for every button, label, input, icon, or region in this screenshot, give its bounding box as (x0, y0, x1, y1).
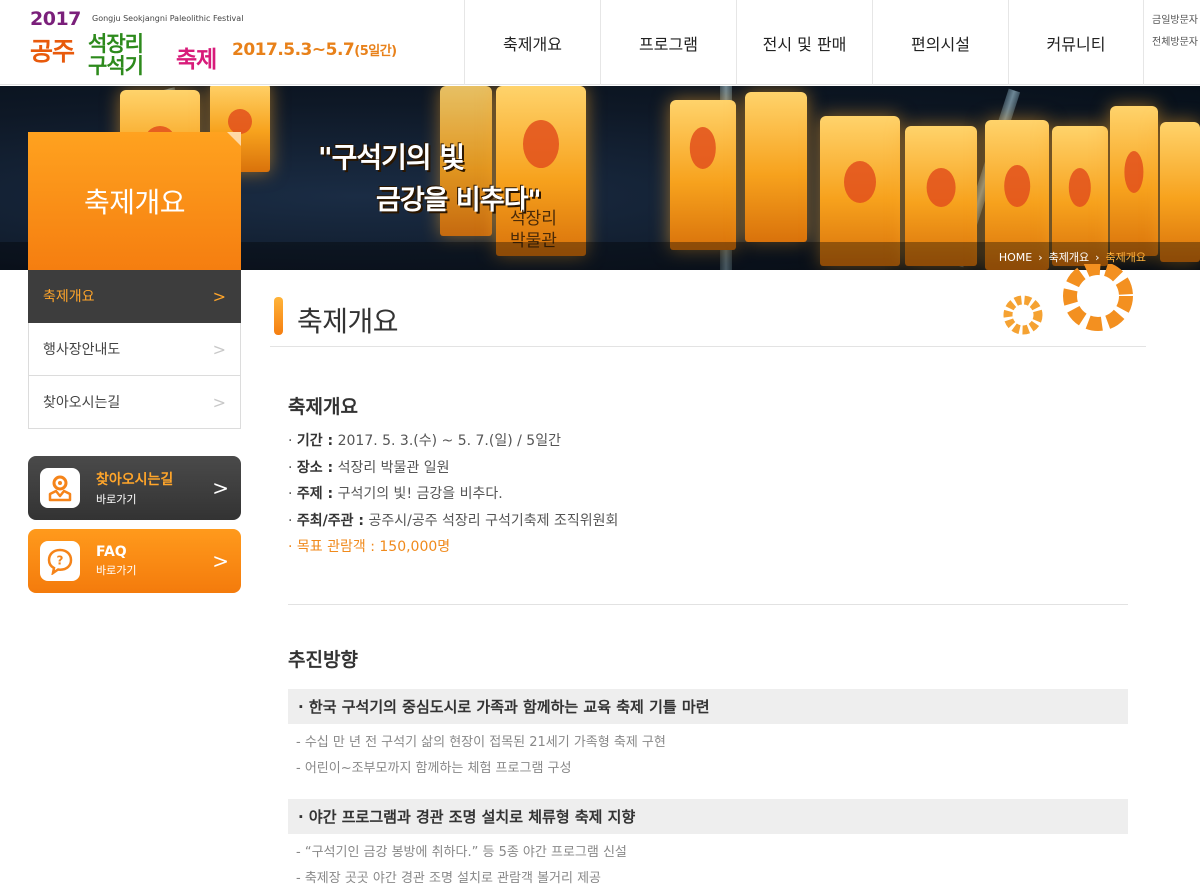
sidebar-item-label: 찾아오시는길 (43, 395, 121, 411)
sidebar-item-venue-map[interactable]: 행사장안내도 > (28, 323, 241, 376)
breadcrumb-home[interactable]: HOME (999, 251, 1032, 264)
sidebar-title: 축제개요 (28, 132, 241, 270)
chevron-right-icon: > (212, 392, 226, 412)
page-heading: 축제개요 (270, 264, 1146, 347)
title-accent-bar (274, 297, 283, 335)
list-item: · 주제 : 구석기의 빛! 금강을 비추다. (288, 486, 503, 502)
sun-ring-decoration-icon (1063, 264, 1133, 331)
list-item: - 축제장 곳곳 야간 경관 조명 설치로 관람객 볼거리 제공 (296, 871, 602, 886)
lantern-image (670, 100, 736, 250)
chevron-right-icon: > (212, 339, 226, 359)
overview-info-list: · 기간 : 2017. 5. 3.(수) ~ 5. 7.(일) / 5일간 ·… (288, 428, 618, 561)
list-item: - 수십 만 년 전 구석기 삶의 현장이 접목된 21세기 가족형 축제 구현 (296, 735, 666, 750)
list-item: - “구석기인 금강 봉방에 취하다.” 등 5종 야간 프로그램 신설 (296, 845, 627, 860)
nav-item-overview[interactable]: 축제개요 (464, 0, 600, 85)
sidebar-item-label: 축제개요 (43, 289, 95, 305)
quick-link-sub: 바로가기 (96, 564, 137, 577)
banner-slogan-line1: "구석기의 빛 (318, 141, 465, 174)
page-title: 축제개요 (297, 305, 399, 338)
sidebar-item-label: 행사장안내도 (43, 342, 121, 358)
lantern-image (1160, 122, 1200, 262)
list-item: · 장소 : 석장리 박물관 일원 (288, 459, 450, 476)
overview-section-title: 축제개요 (288, 396, 358, 418)
breadcrumb-current: 축제개요 (1105, 251, 1146, 264)
site-header: 2017 Gongju Seokjangni Paleolithic Festi… (0, 0, 1200, 85)
sidebar-item-directions[interactable]: 찾아오시는길 > (28, 376, 241, 429)
directions-quick-link[interactable]: 찾아오시는길 바로가기 > (28, 456, 241, 520)
logo-gongju: 공주 (30, 37, 75, 66)
main-content: 축제개요 축제개요 · 기간 : 2017. 5. 3.(수) ~ 5. 7.(… (270, 264, 1146, 886)
quick-link-title: 찾아오시는길 (96, 472, 174, 488)
nav-item-facilities[interactable]: 편의시설 (872, 0, 1008, 85)
sun-ring-decoration-icon (1003, 295, 1043, 335)
total-visitors-label: 전체방문자 (1152, 37, 1198, 48)
direction-heading: · 한국 구석기의 중심도시로 가족과 함께하는 교육 축제 기틀 마련 (288, 689, 1128, 724)
sidebar-item-overview[interactable]: 축제개요 > (28, 270, 241, 323)
chevron-right-icon: › (1095, 251, 1100, 264)
nav-item-program[interactable]: 프로그램 (600, 0, 736, 85)
list-item: · 기간 : 2017. 5. 3.(수) ~ 5. 7.(일) / 5일간 (288, 433, 561, 449)
chevron-right-icon: > (212, 286, 226, 306)
nav-item-community[interactable]: 커뮤니티 (1008, 0, 1144, 85)
nav-item-exhibition[interactable]: 전시 및 판매 (736, 0, 872, 85)
list-item: - 어린이~조부모까지 함께하는 체험 프로그램 구성 (296, 761, 572, 776)
quick-link-sub: 바로가기 (96, 493, 137, 506)
lantern-image (745, 92, 807, 242)
logo-name-line2: 구석기 (88, 54, 144, 78)
faq-quick-link[interactable]: ? FAQ 바로가기 > (28, 529, 241, 593)
direction-section-title: 추진방향 (288, 649, 358, 671)
festival-dates: 2017.5.3~5.7(5일간) (232, 40, 397, 60)
direction-detail-list: - “구석기인 금강 봉방에 취하다.” 등 5종 야간 프로그램 신설 - 축… (296, 840, 627, 892)
logo-english-name: Gongju Seokjangni Paleolithic Festival (92, 14, 244, 23)
lantern-image (1110, 106, 1158, 256)
visitor-counter: 금일방문자 전체방문자 (1152, 10, 1200, 54)
today-visitors-label: 금일방문자 (1152, 15, 1198, 26)
sidebar-menu: 축제개요 > 행사장안내도 > 찾아오시는길 > (28, 270, 241, 429)
logo-festival: 축제 (176, 47, 217, 73)
direction-heading: · 야간 프로그램과 경관 조명 설치로 체류형 축제 지향 (288, 799, 1128, 834)
festival-logo[interactable]: 2017 Gongju Seokjangni Paleolithic Festi… (28, 6, 243, 82)
chevron-right-icon: > (212, 549, 229, 573)
logo-year: 2017 (30, 8, 81, 30)
breadcrumb-section[interactable]: 축제개요 (1049, 251, 1089, 264)
map-pin-icon (40, 468, 80, 508)
direction-detail-list: - 수십 만 년 전 구석기 삶의 현장이 접목된 21세기 가족형 축제 구현… (296, 730, 666, 782)
goal-visitors: · 목표 관람객 : 150,000명 (288, 539, 451, 555)
quick-link-title: FAQ (96, 544, 127, 560)
chevron-right-icon: › (1038, 251, 1043, 264)
section-divider (288, 604, 1128, 605)
svg-text:?: ? (57, 554, 64, 568)
main-nav: 축제개요 프로그램 전시 및 판매 편의시설 커뮤니티 (464, 0, 1144, 85)
chevron-right-icon: > (212, 476, 229, 500)
list-item: · 주최/주관 : 공주시/공주 석장리 구석기축제 조직위원회 (288, 512, 619, 529)
question-bubble-icon: ? (40, 541, 80, 581)
